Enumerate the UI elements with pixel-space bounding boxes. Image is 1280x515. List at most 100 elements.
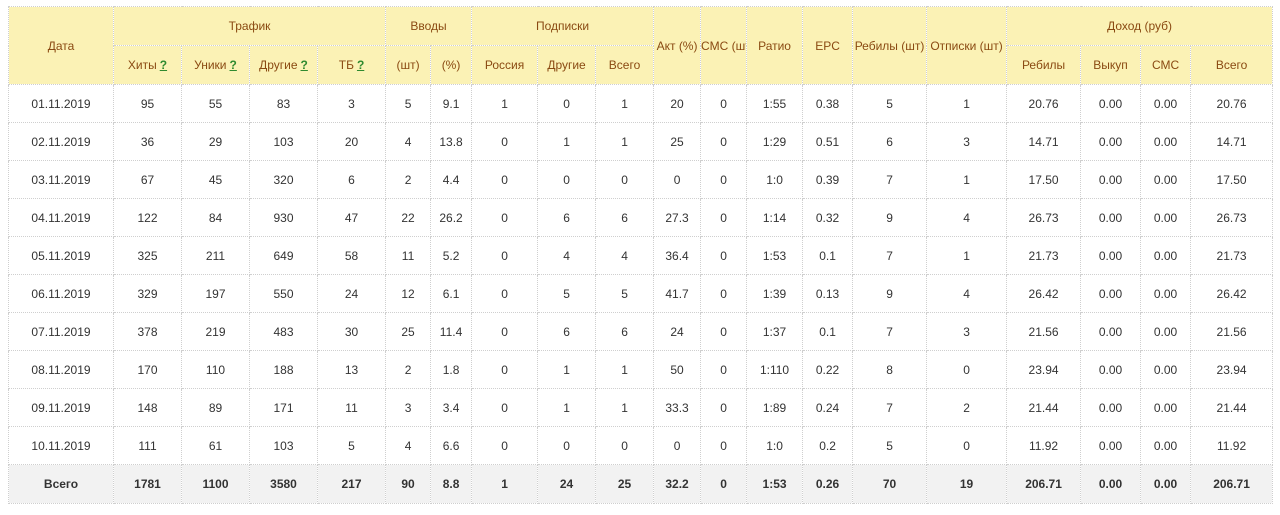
table-cell: 26.73 <box>1190 198 1274 237</box>
table-cell: 0.00 <box>1080 388 1142 427</box>
table-cell: 20.76 <box>1006 84 1082 123</box>
table-cell: 4 <box>537 236 597 275</box>
col-header-epc[interactable]: EPC <box>802 6 854 85</box>
table-cell: 24 <box>316 274 387 313</box>
table-cell: 0 <box>471 198 539 237</box>
col-header-inc-rebills[interactable]: Ребилы <box>1006 45 1082 85</box>
table-cell: 188 <box>249 350 318 389</box>
table-cell: 0 <box>471 312 539 351</box>
table-cell: 1:0 <box>746 160 804 199</box>
table-cell: 0 <box>700 312 748 351</box>
table-cell: 6.6 <box>430 426 473 465</box>
table-cell: 0 <box>595 160 655 199</box>
totals-cell: 1100 <box>181 464 250 504</box>
table-cell: 83 <box>249 84 318 123</box>
col-header-others[interactable]: Другие? <box>249 45 318 85</box>
table-cell: 55 <box>181 84 250 123</box>
table-cell: 2 <box>385 160 432 199</box>
table-cell: 0.00 <box>1080 84 1142 123</box>
table-cell: 5 <box>385 84 432 123</box>
table-cell: 0 <box>537 160 597 199</box>
table-cell: 09.11.2019 <box>8 388 114 427</box>
table-cell: 1 <box>537 122 597 161</box>
totals-cell: 25 <box>595 464 655 504</box>
col-header-ratio[interactable]: Ратио <box>746 6 804 85</box>
col-header-date[interactable]: Дата <box>8 6 114 85</box>
table-cell: 1 <box>926 160 1008 199</box>
table-cell: 89 <box>181 388 250 427</box>
table-cell: 0.00 <box>1080 350 1142 389</box>
table-cell: 1:89 <box>746 388 804 427</box>
table-cell: 20 <box>653 84 702 123</box>
table-cell: 378 <box>113 312 182 351</box>
table-cell: 11.4 <box>430 312 473 351</box>
table-cell: 5 <box>537 274 597 313</box>
table-cell: 17.50 <box>1190 160 1274 199</box>
table-cell: 0 <box>653 426 702 465</box>
table-cell: 21.73 <box>1190 236 1274 275</box>
col-header-inc-total[interactable]: Всего <box>1190 45 1274 85</box>
help-icon[interactable]: ? <box>230 58 237 72</box>
table-cell: 21.44 <box>1190 388 1274 427</box>
table-cell: 7 <box>852 388 928 427</box>
col-header-sub-total[interactable]: Всего <box>595 45 655 85</box>
table-cell: 14.71 <box>1006 122 1082 161</box>
table-cell: 0 <box>700 426 748 465</box>
table-cell: 1 <box>926 236 1008 275</box>
table-cell: 329 <box>113 274 182 313</box>
totals-cell: 206.71 <box>1006 464 1082 504</box>
table-cell: 0.00 <box>1140 274 1192 313</box>
totals-cell: 19 <box>926 464 1008 504</box>
table-cell: 9.1 <box>430 84 473 123</box>
table-row: 02.11.2019 36 29 103 20 4 13.8 0 1 1 25 0 1:29 0.51 6 3… <box>8 122 1274 161</box>
table-cell: 325 <box>113 236 182 275</box>
table-cell: 0 <box>700 160 748 199</box>
col-header-inc-sms[interactable]: СМС <box>1140 45 1192 85</box>
table-cell: 0.00 <box>1080 198 1142 237</box>
table-cell: 7 <box>852 236 928 275</box>
totals-cell: 0.00 <box>1140 464 1192 504</box>
table-cell: 21.73 <box>1006 236 1082 275</box>
totals-cell: 217 <box>316 464 387 504</box>
table-cell: 0 <box>700 198 748 237</box>
col-header-sub-others[interactable]: Другие <box>537 45 597 85</box>
table-cell: 122 <box>113 198 182 237</box>
col-header-tb[interactable]: ТБ? <box>316 45 387 85</box>
table-cell: 84 <box>181 198 250 237</box>
help-icon[interactable]: ? <box>301 58 308 72</box>
table-cell: 0 <box>700 236 748 275</box>
help-icon[interactable]: ? <box>160 58 167 72</box>
table-cell: 5 <box>852 426 928 465</box>
table-cell: 1 <box>537 350 597 389</box>
table-cell: 103 <box>249 426 318 465</box>
table-cell: 04.11.2019 <box>8 198 114 237</box>
col-header-uniques[interactable]: Уники? <box>181 45 250 85</box>
col-header-hits[interactable]: Хиты? <box>113 45 182 85</box>
totals-row: Всего 1781 1100 3580 217 90 8.8 1 24 25 32.2 0 1:53 0… <box>8 464 1274 504</box>
group-header-subscriptions: Подписки <box>471 6 655 46</box>
col-header-sms[interactable]: СМС (шт) <box>700 6 748 85</box>
table-cell: 111 <box>113 426 182 465</box>
totals-cell: 1781 <box>113 464 182 504</box>
table-cell: 50 <box>653 350 702 389</box>
table-cell: 0 <box>471 350 539 389</box>
table-cell: 11 <box>316 388 387 427</box>
totals-cell: 1 <box>471 464 539 504</box>
col-header-russia[interactable]: Россия <box>471 45 539 85</box>
col-header-act[interactable]: Акт (%) <box>653 6 702 85</box>
table-row: 09.11.2019 148 89 171 11 3 3.4 0 1 1 33.3 0 1:89 0.24… <box>8 388 1274 427</box>
col-header-inputs-pcs[interactable]: (шт) <box>385 45 432 85</box>
help-icon[interactable]: ? <box>357 58 364 72</box>
table-cell: 0.00 <box>1140 160 1192 199</box>
table-cell: 1:0 <box>746 426 804 465</box>
col-header-inputs-pct[interactable]: (%) <box>430 45 473 85</box>
table-cell: 10.11.2019 <box>8 426 114 465</box>
table-cell: 21.56 <box>1006 312 1082 351</box>
table-cell: 171 <box>249 388 318 427</box>
col-header-rebills[interactable]: Ребилы (шт) <box>852 6 928 85</box>
col-header-inc-buyout[interactable]: Выкуп <box>1080 45 1142 85</box>
table-row: 10.11.2019 111 61 103 5 4 6.6 0 0 0 0 0 1:0 0.2 5 0 11.9… <box>8 426 1274 465</box>
col-header-unsubs[interactable]: Отписки (шт) <box>926 6 1008 85</box>
table-cell: 0 <box>700 350 748 389</box>
table-cell: 67 <box>113 160 182 199</box>
